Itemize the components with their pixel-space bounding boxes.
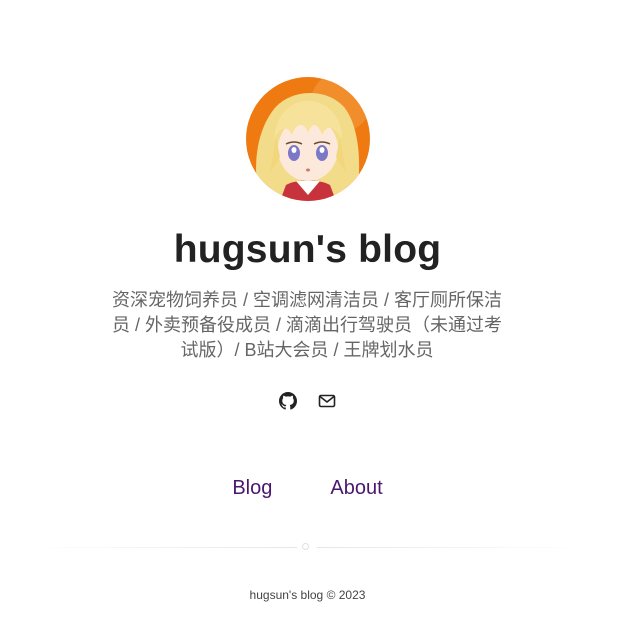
divider-dot xyxy=(302,543,309,550)
divider-line-right xyxy=(317,547,587,548)
github-icon xyxy=(279,392,297,410)
nav-link-about[interactable]: About xyxy=(330,477,382,500)
site-tagline: 资深宠物饲养员 / 空调滤网清洁员 / 客厅厕所保洁员 / 外卖预备役成员 / … xyxy=(111,290,502,360)
footer-copyright: hugsun's blog © 2023 xyxy=(249,588,366,602)
page: hugsun's blog 资深宠物饲养员 / 空调滤网清洁员 / 客厅厕所保洁… xyxy=(0,0,629,627)
github-link[interactable] xyxy=(279,392,297,410)
main-nav: Blog About xyxy=(0,477,615,500)
mail-icon xyxy=(318,394,336,408)
avatar xyxy=(246,77,370,201)
footer-divider xyxy=(27,543,587,550)
social-links xyxy=(0,392,615,410)
avatar-image xyxy=(246,77,370,201)
divider-line-left xyxy=(27,547,297,548)
email-link[interactable] xyxy=(318,392,336,410)
site-title[interactable]: hugsun's blog xyxy=(0,228,615,272)
nav-link-blog[interactable]: Blog xyxy=(232,477,272,500)
